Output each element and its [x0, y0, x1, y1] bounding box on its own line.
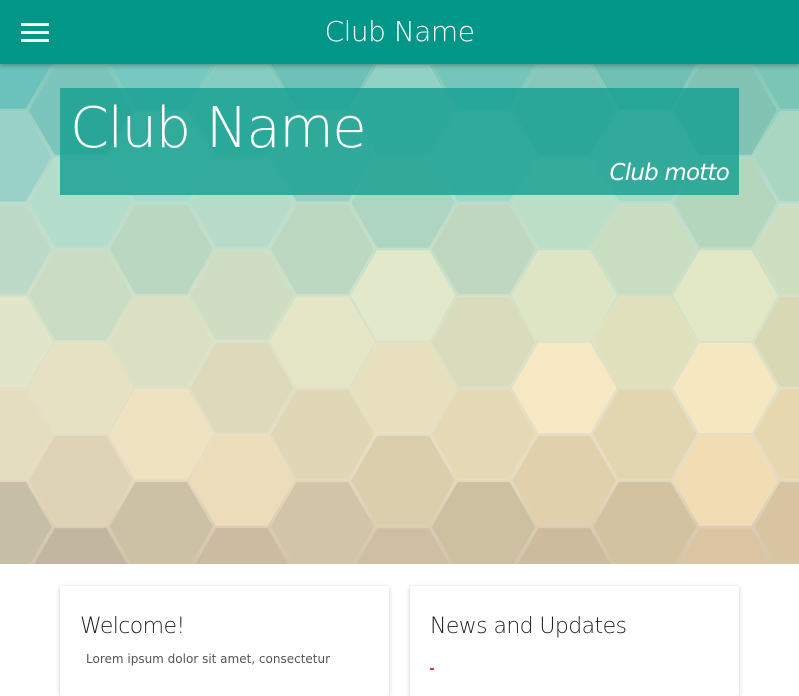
- news-card-title: News and Updates: [430, 614, 627, 639]
- hexagon-tile: [269, 296, 375, 388]
- hexagon-tile: [350, 342, 456, 434]
- hexagon-tile: [189, 342, 295, 434]
- hexagon-tile: [350, 249, 456, 341]
- hamburger-menu-icon: [21, 23, 49, 42]
- hexagon-tile: [511, 249, 617, 341]
- hero-banner: Club Name Club motto: [60, 88, 739, 195]
- hero-section: Club Name Club motto: [0, 64, 799, 564]
- hexagon-tile: [108, 296, 214, 388]
- hexagon-tile: [431, 388, 537, 480]
- hexagon-tile: [189, 249, 295, 341]
- welcome-card-title: Welcome!: [80, 614, 185, 639]
- hexagon-tile: [189, 435, 295, 527]
- hexagon-tile: [350, 435, 456, 527]
- hexagon-tile: [28, 435, 134, 527]
- club-motto: Club motto: [609, 160, 729, 186]
- hexagon-tile: [28, 249, 134, 341]
- hexagon-tile: [511, 342, 617, 434]
- welcome-card: Welcome! Lorem ipsum dolor sit amet, con…: [60, 586, 389, 696]
- hexagon-tile: [672, 435, 778, 527]
- news-card: News and Updates: [410, 586, 739, 696]
- hexagon-tile: [269, 388, 375, 480]
- hexagon-tile: [269, 203, 375, 295]
- hexagon-tile: [592, 203, 698, 295]
- hexagon-tile: [28, 342, 134, 434]
- hexagon-tile: [592, 388, 698, 480]
- hexagon-tile: [511, 435, 617, 527]
- app-title: Club Name: [324, 15, 475, 48]
- welcome-card-text: Lorem ipsum dolor sit amet, consectetur: [86, 652, 331, 666]
- hexagon-tile: [431, 203, 537, 295]
- app-bar: Club Name: [0, 0, 799, 64]
- news-accent-mark: [430, 668, 434, 670]
- hexagon-tile: [108, 203, 214, 295]
- hero-title: Club Name: [70, 96, 367, 161]
- hexagon-tile: [592, 296, 698, 388]
- menu-button[interactable]: [20, 18, 66, 46]
- hexagon-tile: [672, 249, 778, 341]
- hexagon-tile: [431, 296, 537, 388]
- hexagon-tile: [672, 342, 778, 434]
- hexagon-tile: [108, 388, 214, 480]
